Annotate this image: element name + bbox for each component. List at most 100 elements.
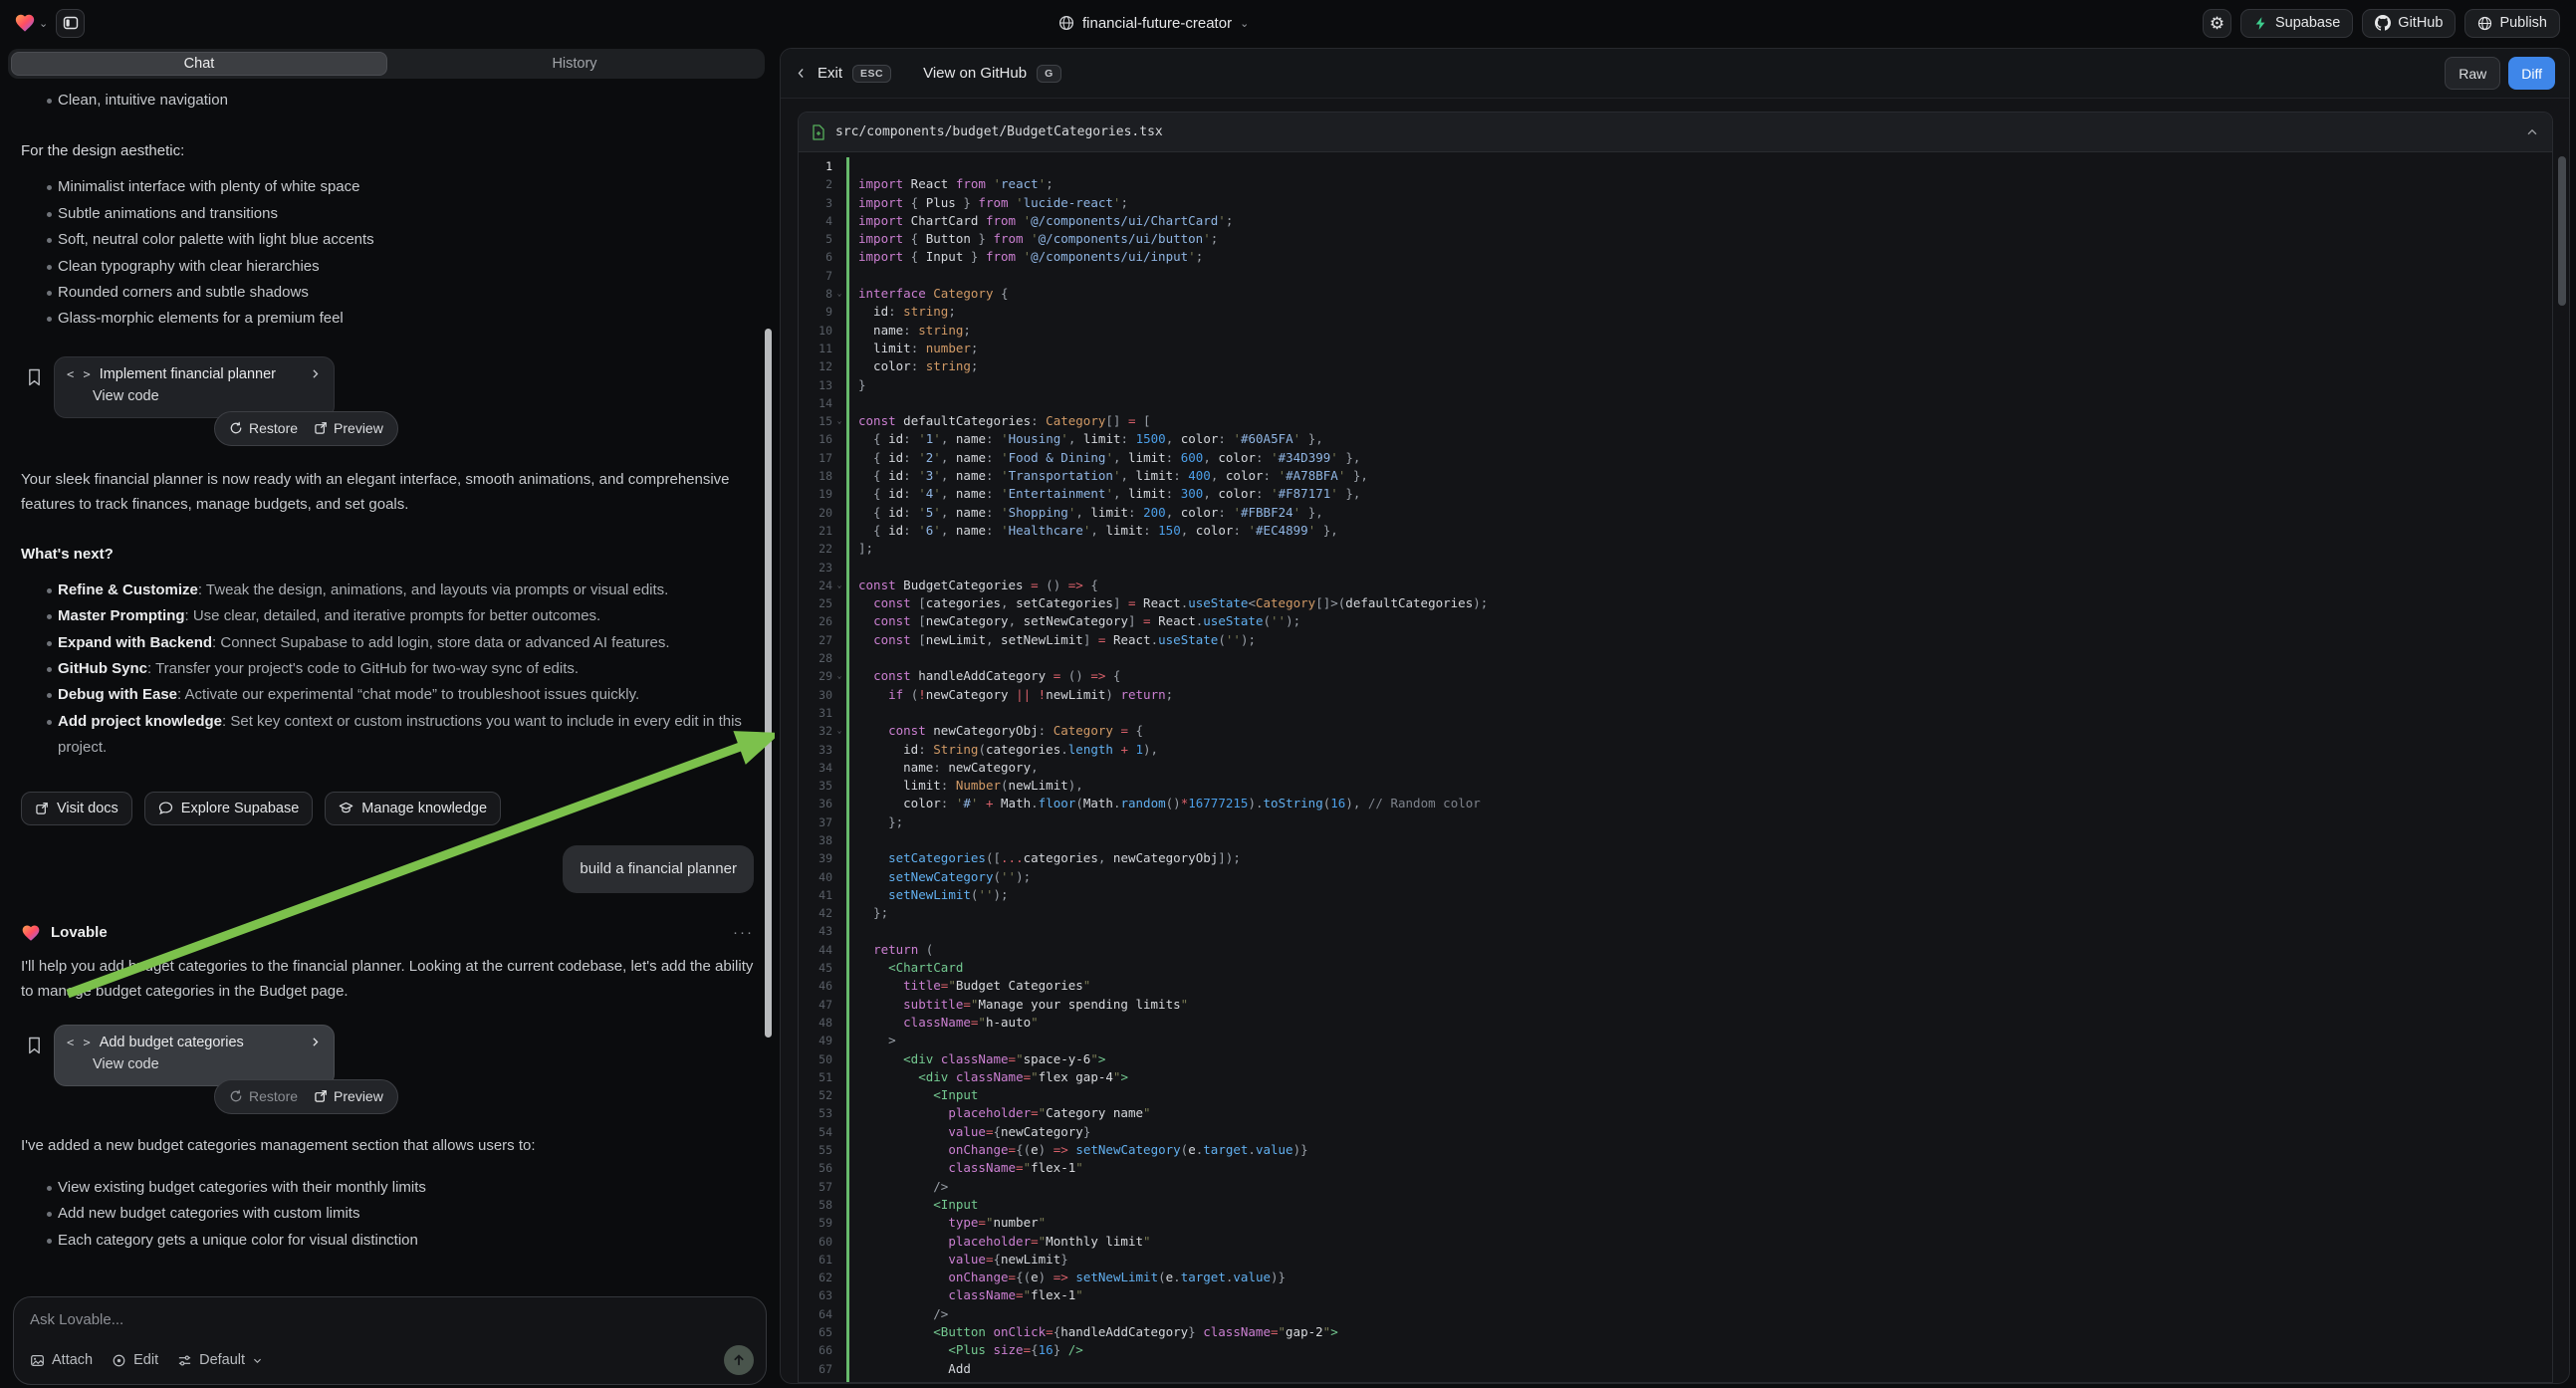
code-line: 24⌄const BudgetCategories = () => { (799, 577, 2552, 594)
preview-button[interactable]: Preview (314, 420, 383, 436)
sidebar-icon (63, 15, 79, 31)
list-item: Clean typography with clear hierarchies (21, 254, 754, 280)
version-actions: Restore Preview (214, 411, 398, 446)
code-line: 53 placeholder="Category name" (799, 1104, 2552, 1122)
graduation-cap-icon (339, 801, 353, 815)
lovable-heart-icon (14, 12, 36, 34)
tab-chat[interactable]: Chat (11, 52, 387, 76)
raw-toggle-button[interactable]: Raw (2445, 57, 2500, 90)
version-title: Add budget categories (100, 1035, 301, 1050)
project-switcher[interactable]: financial-future-creator ⌄ (1058, 0, 1249, 46)
github-button[interactable]: GitHub (2362, 9, 2456, 38)
list-item: Subtle animations and transitions (21, 201, 754, 227)
chevron-up-icon[interactable] (2525, 125, 2539, 139)
code-line: 38 (799, 831, 2552, 849)
code-line: 37 }; (799, 813, 2552, 831)
code-line: 25 const [categories, setCategories] = R… (799, 594, 2552, 612)
user-message: build a financial planner (563, 845, 754, 893)
preview-button[interactable]: Preview (314, 1088, 383, 1104)
explore-supabase-label: Explore Supabase (181, 801, 300, 816)
list-item: View existing budget categories with the… (21, 1175, 754, 1201)
sidebar-toggle-button[interactable] (56, 9, 85, 38)
code-line: 35 limit: Number(newLimit), (799, 777, 2552, 795)
design-bullet-list: Minimalist interface with plenty of whit… (21, 174, 754, 332)
sliders-icon (177, 1353, 192, 1368)
settings-button[interactable]: ⚙ (2203, 9, 2231, 38)
code-line: 56 className="flex-1" (799, 1159, 2552, 1177)
mode-label: Default (199, 1352, 245, 1368)
code-line: 7 (799, 267, 2552, 285)
chat-bubble-icon (158, 801, 173, 815)
code-line: 58 <Input (799, 1196, 2552, 1214)
file-path-bar[interactable]: src/components/budget/BudgetCategories.t… (799, 113, 2552, 152)
restore-button[interactable]: Restore (229, 420, 298, 436)
code-icon: < > (67, 367, 92, 381)
code-viewer-panel: Exit ESC View on GitHub G Raw Diff src/c… (780, 48, 2570, 1384)
manage-knowledge-button[interactable]: Manage knowledge (325, 792, 501, 825)
diff-toggle-button[interactable]: Diff (2508, 57, 2555, 90)
more-options-button[interactable]: ··· (733, 924, 754, 941)
preview-label: Preview (334, 420, 383, 436)
code-line: 12 color: string; (799, 357, 2552, 375)
code-line: 16 { id: '1', name: 'Housing', limit: 15… (799, 430, 2552, 448)
code-editor[interactable]: 12import React from 'react';3import { Pl… (799, 152, 2552, 1382)
code-line: 39 setCategories([...categories, newCate… (799, 849, 2552, 867)
publish-button[interactable]: Publish (2464, 9, 2560, 38)
code-line: 26 const [newCategory, setNewCategory] =… (799, 612, 2552, 630)
manage-knowledge-label: Manage knowledge (361, 801, 487, 816)
edit-label: Edit (133, 1352, 158, 1368)
code-line: 36 color: '#' + Math.floor(Math.random()… (799, 795, 2552, 812)
supabase-label: Supabase (2275, 15, 2340, 31)
gear-icon: ⚙ (2210, 15, 2225, 32)
list-item: Add project knowledge: Set key context o… (21, 709, 754, 762)
supabase-button[interactable]: Supabase (2240, 9, 2353, 38)
view-on-github-button[interactable]: View on GitHub (923, 65, 1027, 82)
edit-button[interactable]: Edit (112, 1352, 158, 1368)
code-line: 57 /> (799, 1178, 2552, 1196)
send-button[interactable] (724, 1345, 754, 1375)
list-item: Refine & Customize: Tweak the design, an… (21, 578, 754, 603)
view-code-link[interactable]: View code (67, 1056, 322, 1072)
chevron-left-icon (795, 67, 808, 80)
chevron-down-icon: ⌄ (39, 17, 48, 30)
chat-input[interactable] (30, 1311, 750, 1328)
visit-docs-button[interactable]: Visit docs (21, 792, 132, 825)
code-line: 33 id: String(categories.length + 1), (799, 741, 2552, 759)
restore-button[interactable]: Restore (229, 1088, 298, 1104)
code-line: 14 (799, 394, 2552, 412)
code-line: 46 title="Budget Categories" (799, 977, 2552, 995)
g-kbd: G (1037, 65, 1061, 83)
code-scrollbar[interactable] (2558, 156, 2566, 306)
code-line: 59 type="number" (799, 1214, 2552, 1232)
code-line: 61 value={newLimit} (799, 1251, 2552, 1269)
whats-next-heading: What's next? (21, 542, 754, 568)
version-card-implement-financial-planner[interactable]: < > Implement financial planner View cod… (54, 356, 335, 418)
view-code-link[interactable]: View code (67, 388, 322, 404)
top-bar: ⌄ financial-future-creator ⌄ ⚙ Supabase (0, 0, 2576, 46)
bookmark-icon[interactable] (27, 1037, 42, 1054)
chat-message-list[interactable]: Clean, intuitive navigation For the desi… (0, 82, 775, 1293)
chat-scrollbar[interactable] (765, 329, 772, 1038)
version-card-block: < > Add budget categories View code Rest… (21, 1025, 754, 1120)
tab-history[interactable]: History (387, 52, 762, 76)
code-line: 49 > (799, 1032, 2552, 1049)
code-line: 10 name: string; (799, 322, 2552, 340)
lovable-logo-menu[interactable]: ⌄ (14, 12, 48, 34)
code-line: 5import { Button } from '@/components/ui… (799, 230, 2552, 248)
external-link-icon (314, 1089, 328, 1103)
code-line: 50 <div className="space-y-6"> (799, 1050, 2552, 1068)
exit-button[interactable]: Exit (818, 65, 842, 82)
lovable-heart-icon (21, 923, 41, 943)
code-line: 6import { Input } from '@/components/ui/… (799, 248, 2552, 266)
bookmark-icon[interactable] (27, 368, 42, 386)
mode-selector[interactable]: Default (177, 1352, 263, 1368)
version-card-add-budget-categories[interactable]: < > Add budget categories View code Rest… (54, 1025, 335, 1086)
code-line: 19 { id: '4', name: 'Entertainment', lim… (799, 485, 2552, 503)
code-line: 48 className="h-auto" (799, 1014, 2552, 1032)
code-line: 47 subtitle="Manage your spending limits… (799, 996, 2552, 1014)
explore-supabase-button[interactable]: Explore Supabase (144, 792, 314, 825)
project-name: financial-future-creator (1082, 15, 1232, 32)
target-icon (112, 1353, 126, 1368)
attach-button[interactable]: Attach (30, 1352, 93, 1368)
code-line: 2import React from 'react'; (799, 175, 2552, 193)
